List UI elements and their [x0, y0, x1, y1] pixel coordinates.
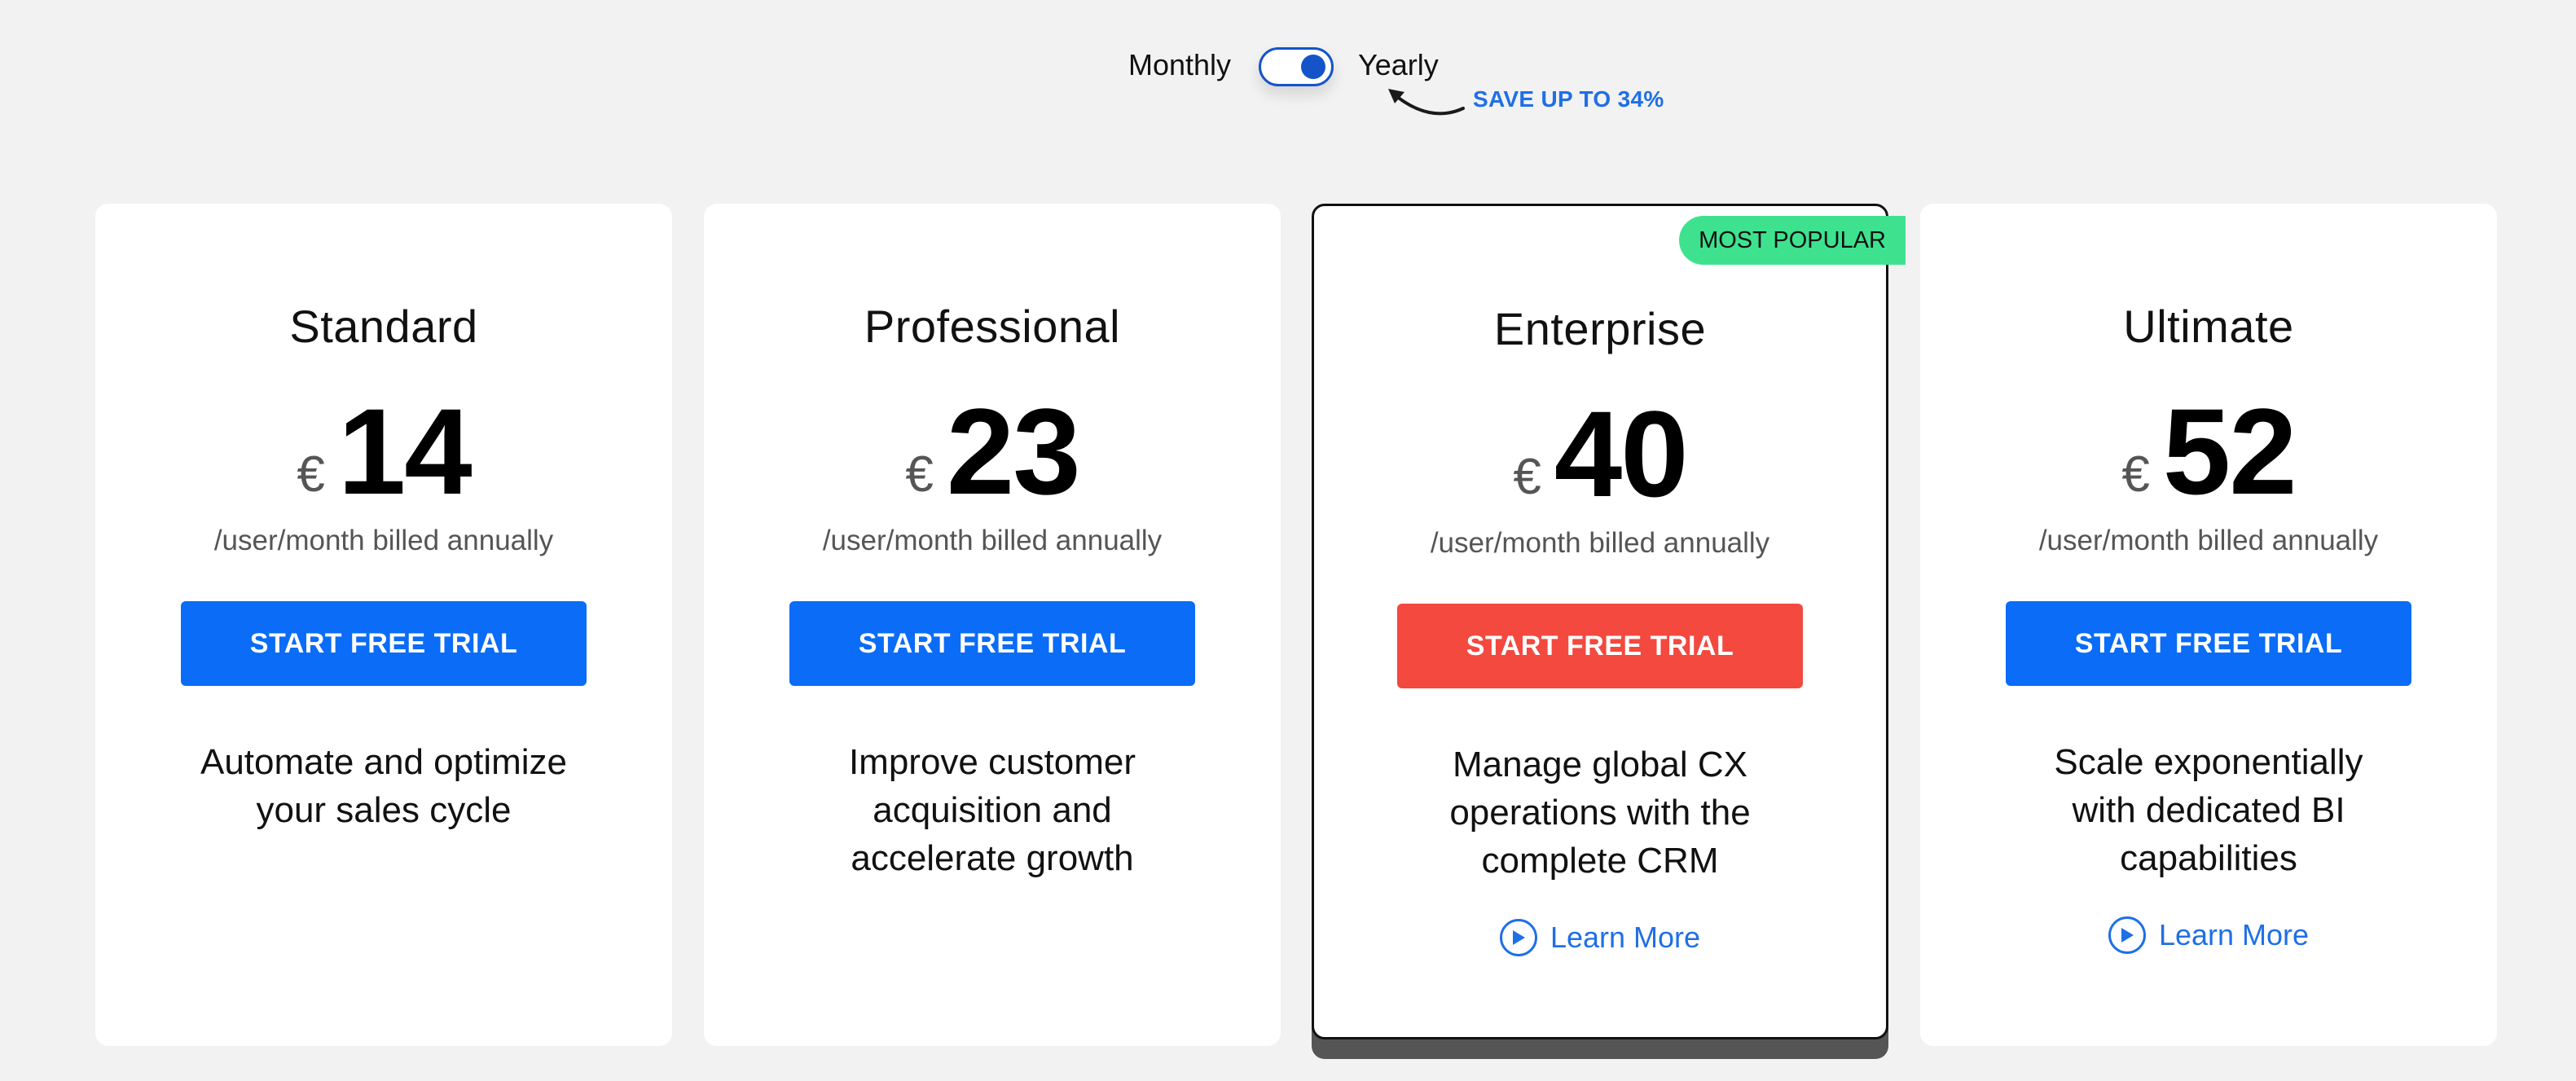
- plan-card-standard: Standard € 14 /user/month billed annuall…: [95, 204, 672, 1046]
- pricing-page: Monthly Yearly SAVE UP TO 34% Standard €…: [0, 0, 2576, 1081]
- billing-note: /user/month billed annually: [213, 525, 554, 556]
- curved-arrow-icon: [1388, 89, 1465, 116]
- plan-description: Scale exponentially with dedicated BI ca…: [2054, 742, 2363, 878]
- price-amount: 23: [946, 383, 1081, 520]
- plan-card-ultimate: Ultimate € 52 /user/month billed annuall…: [1920, 204, 2497, 1046]
- play-circle-icon: [2108, 916, 2146, 954]
- learn-more-link[interactable]: Learn More: [2108, 916, 2309, 954]
- learn-more-label: Learn More: [1550, 921, 1701, 954]
- billing-note: /user/month billed annually: [822, 525, 1163, 556]
- start-free-trial-button[interactable]: START FREE TRIAL: [2006, 601, 2411, 686]
- currency-symbol: €: [297, 446, 325, 503]
- currency-symbol: €: [1513, 449, 1541, 505]
- yearly-label[interactable]: Yearly: [1358, 46, 1439, 85]
- currency-symbol: €: [905, 446, 934, 503]
- price: € 14: [95, 383, 672, 520]
- badge-label: MOST POPULAR: [1699, 227, 1886, 253]
- learn-more-label: Learn More: [2158, 918, 2310, 951]
- plan-name: Standard: [289, 301, 478, 352]
- plan-card-enterprise: MOST POPULAR Enterprise € 40 /user/month…: [1312, 204, 1906, 1039]
- toggle-knob: [1301, 55, 1325, 79]
- plan-name: Ultimate: [2123, 301, 2294, 352]
- start-free-trial-button[interactable]: START FREE TRIAL: [181, 601, 587, 686]
- monthly-label[interactable]: Monthly: [1128, 46, 1231, 85]
- price: € 52: [1920, 383, 2497, 520]
- price-amount: 52: [2162, 383, 2297, 520]
- play-circle-icon: [1499, 919, 1537, 956]
- start-free-trial-button[interactable]: START FREE TRIAL: [1397, 604, 1803, 688]
- plan-description: Improve customer acquisition and acceler…: [848, 742, 1136, 878]
- currency-symbol: €: [2121, 446, 2150, 503]
- billing-toggle-bar: Monthly Yearly SAVE UP TO 34%: [0, 41, 2576, 116]
- plan-card-professional: Professional € 23 /user/month billed ann…: [704, 204, 1281, 1046]
- plan-name: Professional: [864, 301, 1121, 352]
- learn-more-link[interactable]: Learn More: [1499, 919, 1701, 956]
- price: € 40: [1314, 385, 1886, 522]
- save-percentage-note: SAVE UP TO 34%: [1473, 86, 1664, 112]
- price-amount: 40: [1554, 385, 1689, 522]
- billing-note: /user/month billed annually: [1430, 527, 1770, 559]
- plan-description: Automate and optimize your sales cycle: [200, 742, 568, 830]
- price-amount: 14: [337, 383, 473, 520]
- plan-name: Enterprise: [1493, 303, 1707, 354]
- most-popular-badge: MOST POPULAR: [1679, 216, 1906, 265]
- plan-description: Manage global CX operations with the com…: [1449, 745, 1751, 881]
- billing-period-toggle[interactable]: [1259, 47, 1334, 86]
- start-free-trial-button[interactable]: START FREE TRIAL: [789, 601, 1195, 686]
- billing-note: /user/month billed annually: [2038, 525, 2379, 556]
- price: € 23: [704, 383, 1281, 520]
